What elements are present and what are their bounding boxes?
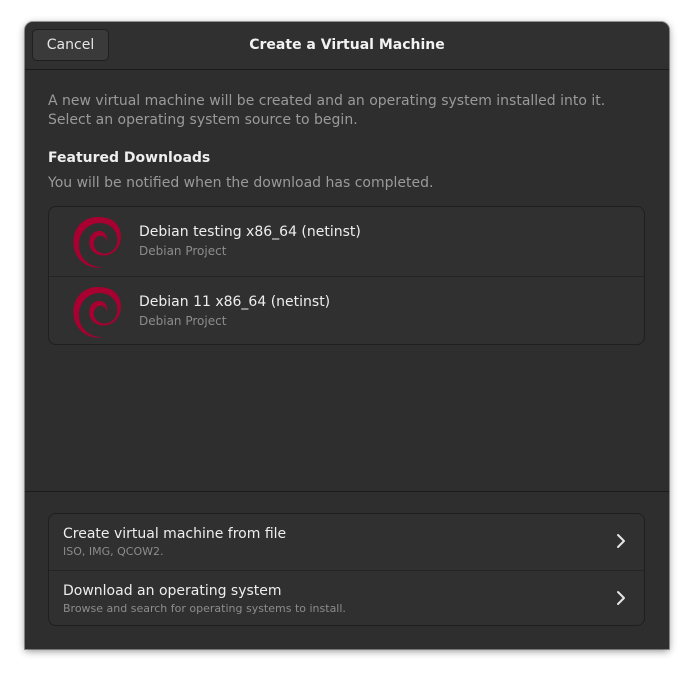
featured-downloads-heading: Featured Downloads [48,150,211,166]
section-divider [25,491,669,492]
featured-downloads-list: Debian testing x86_64 (netinst) Debian P… [48,206,645,345]
featured-downloads-subtitle: You will be notified when the download h… [48,175,434,191]
source-title: Download an operating system [63,583,282,599]
intro-text: A new virtual machine will be created an… [48,92,605,130]
source-subtitle: ISO, IMG, QCOW2. [63,545,164,558]
create-vm-dialog: Cancel Create a Virtual Machine A new vi… [25,22,669,649]
create-from-file-row[interactable]: Create virtual machine from file ISO, IM… [49,514,644,570]
debian-logo-icon [73,217,121,268]
os-source-list: Create virtual machine from file ISO, IM… [48,513,645,626]
source-subtitle: Browse and search for operating systems … [63,602,346,615]
download-item-name: Debian testing x86_64 (netinst) [139,224,361,240]
source-title: Create virtual machine from file [63,526,287,542]
dialog-title: Create a Virtual Machine [249,37,445,53]
header-bar: Cancel Create a Virtual Machine [25,22,669,70]
intro-line-2: Select an operating system source to beg… [48,112,358,128]
download-item-vendor: Debian Project [139,314,227,328]
download-item-name: Debian 11 x86_64 (netinst) [139,294,331,310]
download-os-row[interactable]: Download an operating system Browse and … [49,570,644,625]
chevron-right-icon [617,591,625,605]
intro-line-1: A new virtual machine will be created an… [48,93,606,109]
download-item-debian-11[interactable]: Debian 11 x86_64 (netinst) Debian Projec… [49,276,644,344]
download-item-debian-testing[interactable]: Debian testing x86_64 (netinst) Debian P… [49,207,644,276]
download-item-vendor: Debian Project [139,244,227,258]
chevron-right-icon [617,534,625,548]
debian-logo-icon [73,287,121,338]
